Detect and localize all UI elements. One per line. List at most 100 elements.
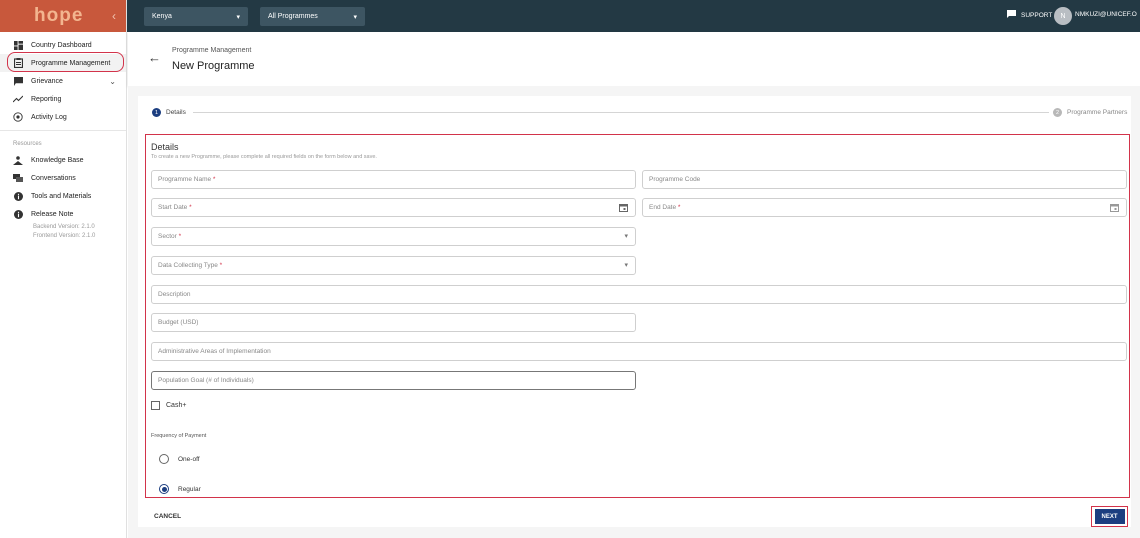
step-label: Details xyxy=(166,109,186,116)
required-marker: * xyxy=(189,204,192,211)
sidebar-item-label: Country Dashboard xyxy=(31,41,92,49)
info-icon xyxy=(13,209,23,219)
end-date-field[interactable]: End Date * xyxy=(642,198,1127,217)
sidebar-item-label: Knowledge Base xyxy=(31,156,84,164)
sidebar-item-label: Tools and Materials xyxy=(31,192,92,200)
sidebar: hope ‹ Country Dashboard Programme Manag… xyxy=(0,0,127,538)
field-label: Programme Name xyxy=(158,176,212,183)
programme-code-field[interactable]: Programme Code xyxy=(642,170,1127,189)
sidebar-item-label: Reporting xyxy=(31,95,62,103)
calendar-icon[interactable] xyxy=(1110,203,1119,214)
message-icon xyxy=(1007,10,1016,20)
step-programme-partners[interactable]: 2 Programme Partners xyxy=(1053,108,1127,117)
dropdown-arrow-icon: ▾ xyxy=(353,13,357,21)
info-icon xyxy=(13,191,23,201)
cancel-button[interactable]: CANCEL xyxy=(154,513,181,520)
sidebar-item-reporting[interactable]: Reporting xyxy=(0,90,126,108)
calendar-icon[interactable] xyxy=(619,203,628,214)
feedback-icon xyxy=(13,76,23,86)
dashboard-icon xyxy=(13,40,23,50)
sector-select[interactable]: Sector * ▾ xyxy=(151,227,636,246)
programme-management-highlight xyxy=(7,52,124,72)
trending-up-icon xyxy=(13,94,23,104)
sidebar-item-label: Conversations xyxy=(31,174,76,182)
support-button[interactable]: SUPPORT xyxy=(1007,10,1052,20)
backend-version: Backend Version: 2.1.0 xyxy=(33,224,95,230)
field-label: Sector xyxy=(158,233,177,240)
population-goal-field[interactable]: Population Goal (# of Individuals) xyxy=(151,371,636,390)
breadcrumb[interactable]: Programme Management xyxy=(172,47,251,54)
programme-name-field[interactable]: Programme Name * xyxy=(151,170,636,189)
required-marker: * xyxy=(677,204,681,211)
step-number: 1 xyxy=(152,108,161,117)
country-select[interactable]: Kenya ▾ xyxy=(144,7,248,26)
start-date-field[interactable]: Start Date * xyxy=(151,198,636,217)
page-title: New Programme xyxy=(172,60,255,72)
sidebar-item-release-note[interactable]: Release Note xyxy=(0,205,126,223)
dropdown-arrow-icon: ▾ xyxy=(624,262,628,269)
cash-plus-checkbox[interactable]: Cash+ xyxy=(151,401,186,410)
radio-button-selected[interactable] xyxy=(159,484,169,494)
field-label: Administrative Areas of Implementation xyxy=(158,348,271,355)
radio-one-off[interactable]: One-off xyxy=(159,454,200,464)
next-button[interactable]: NEXT xyxy=(1094,509,1125,524)
sidebar-item-activity-log[interactable]: Activity Log xyxy=(0,108,126,126)
sidebar-item-conversations[interactable]: Conversations xyxy=(0,169,126,187)
stepper-connector xyxy=(193,112,1049,113)
dropdown-arrow-icon: ▾ xyxy=(236,13,240,21)
required-marker: * xyxy=(212,176,216,183)
next-button-highlight: NEXT xyxy=(1091,506,1128,527)
step-details[interactable]: 1 Details xyxy=(152,108,186,117)
knowledge-icon xyxy=(13,155,23,165)
step-number: 2 xyxy=(1053,108,1062,117)
field-label: Data Collecting Type xyxy=(158,262,218,269)
sidebar-item-label: Activity Log xyxy=(31,113,67,121)
required-marker: * xyxy=(178,233,182,240)
checkbox-label: Cash+ xyxy=(166,402,187,409)
chat-icon xyxy=(13,173,23,183)
field-label: Start Date xyxy=(158,204,188,211)
frequency-of-payment-label: Frequency of Payment xyxy=(151,433,207,439)
checkbox-box[interactable] xyxy=(151,401,160,410)
page-header: ← Programme Management New Programme xyxy=(128,32,1140,86)
logo-bar: hope ‹ xyxy=(0,0,126,32)
sidebar-divider xyxy=(0,130,126,131)
programme-value: All Programmes xyxy=(268,13,318,20)
programme-select[interactable]: All Programmes ▾ xyxy=(260,7,365,26)
data-collecting-type-select[interactable]: Data Collecting Type * ▾ xyxy=(151,256,636,275)
chevron-down-icon[interactable]: ⌄ xyxy=(109,77,116,86)
sidebar-item-label: Grievance xyxy=(31,77,63,85)
sidebar-item-tools-and-materials[interactable]: Tools and Materials xyxy=(0,187,126,205)
budget-field[interactable]: Budget (USD) xyxy=(151,313,636,332)
field-label: Budget (USD) xyxy=(158,319,199,326)
user-email[interactable]: NMKUZI@UNICEF.O xyxy=(1075,11,1137,18)
sidebar-item-grievance[interactable]: Grievance ⌄ xyxy=(0,72,126,90)
back-arrow-icon[interactable]: ← xyxy=(148,50,161,65)
administrative-areas-field[interactable]: Administrative Areas of Implementation xyxy=(151,342,1127,361)
top-bar: Kenya ▾ All Programmes ▾ SUPPORT N NMKUZ… xyxy=(127,0,1140,32)
sidebar-item-knowledge-base[interactable]: Knowledge Base xyxy=(0,151,126,169)
sidebar-item-label: Release Note xyxy=(31,210,74,218)
resources-heading: Resources xyxy=(13,141,42,147)
radio-regular[interactable]: Regular xyxy=(159,484,201,494)
avatar[interactable]: N xyxy=(1054,7,1072,25)
dropdown-arrow-icon: ▾ xyxy=(624,233,628,240)
step-label: Programme Partners xyxy=(1067,109,1128,116)
country-value: Kenya xyxy=(152,13,172,20)
radio-label: Regular xyxy=(178,485,201,493)
field-label: Programme Code xyxy=(649,176,701,183)
form-section-subtitle: To create a new Programme, please comple… xyxy=(151,154,377,160)
activity-icon xyxy=(13,112,23,122)
radio-label: One-off xyxy=(178,455,200,463)
support-label: SUPPORT xyxy=(1021,11,1053,19)
hope-logo[interactable]: hope xyxy=(34,5,83,27)
radio-button[interactable] xyxy=(159,454,169,464)
form-section-title: Details xyxy=(151,142,179,152)
field-label: End Date xyxy=(649,204,677,211)
field-label: Population Goal (# of Individuals) xyxy=(158,377,254,384)
required-marker: * xyxy=(219,262,223,269)
frontend-version: Frontend Version: 2.1.0 xyxy=(33,233,96,239)
description-field[interactable]: Description xyxy=(151,285,1127,304)
chevron-left-icon[interactable]: ‹ xyxy=(112,9,116,23)
field-label: Description xyxy=(158,291,191,298)
